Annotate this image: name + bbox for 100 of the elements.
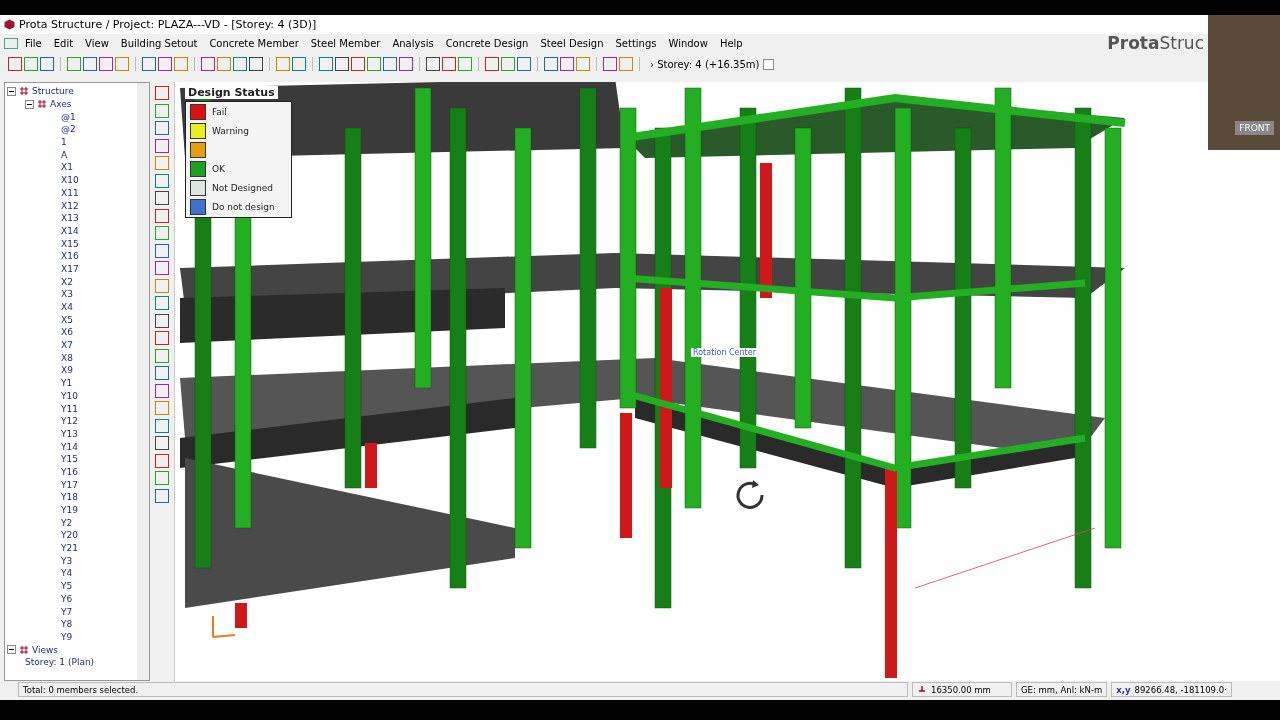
tree-item[interactable]: Y15: [61, 454, 78, 465]
toolbar-icon[interactable]: [233, 57, 247, 71]
tree-item[interactable]: Y19: [61, 505, 78, 516]
tree-item[interactable]: X15: [61, 238, 79, 249]
tree-item[interactable]: Y18: [61, 492, 78, 503]
toolbar-icon[interactable]: [155, 383, 169, 398]
menu-item[interactable]: Window: [663, 37, 713, 49]
toolbar-icon[interactable]: [155, 436, 169, 450]
toolbar-icon[interactable]: [603, 57, 617, 71]
toolbar-icon[interactable]: [83, 57, 97, 71]
tree-item[interactable]: Y7: [61, 606, 73, 617]
toolbar-icon[interactable]: [155, 366, 169, 380]
collapse-icon[interactable]: [25, 99, 34, 109]
dropdown-icon[interactable]: [763, 58, 775, 70]
toolbar-icon[interactable]: [249, 57, 263, 71]
tree-item[interactable]: X6: [61, 327, 73, 338]
tree-item[interactable]: Y10: [61, 390, 78, 401]
tree-item[interactable]: @1: [61, 111, 76, 122]
tree-item[interactable]: Storey: 1 (Plan): [25, 657, 95, 668]
toolbar-icon[interactable]: [155, 173, 169, 188]
toolbar-icon[interactable]: [155, 453, 169, 468]
menu-item[interactable]: Help: [714, 37, 748, 49]
menu-item[interactable]: Steel Member: [305, 37, 386, 49]
collapse-icon[interactable]: [7, 645, 16, 655]
tree-item[interactable]: Structure: [32, 86, 74, 97]
tree-item[interactable]: X14: [61, 225, 79, 236]
tree-item[interactable]: X17: [61, 263, 79, 274]
tree-item[interactable]: X8: [61, 352, 73, 363]
tree-item[interactable]: Y4: [61, 568, 73, 579]
tree-item[interactable]: Y17: [61, 479, 78, 490]
toolbar-icon[interactable]: [155, 138, 169, 153]
tree-item[interactable]: Y14: [61, 441, 78, 452]
menu-item[interactable]: Concrete Member: [204, 37, 304, 49]
menu-item[interactable]: File: [20, 37, 47, 49]
toolbar-icon[interactable]: [485, 57, 499, 71]
toolbar-icon[interactable]: [399, 57, 413, 71]
tree-item[interactable]: X10: [61, 175, 79, 186]
menu-item[interactable]: Concrete Design: [440, 37, 534, 49]
tree-item[interactable]: Y2: [61, 517, 73, 528]
toolbar-icon[interactable]: [560, 57, 574, 71]
toolbar-icon[interactable]: [40, 57, 54, 71]
tree-item[interactable]: 1: [61, 137, 67, 148]
menu-item[interactable]: Steel Design: [535, 37, 609, 49]
toolbar-icon[interactable]: [155, 243, 169, 258]
tree-item[interactable]: X13: [61, 213, 79, 224]
toolbar-icon[interactable]: [335, 57, 349, 71]
toolbar-icon[interactable]: [319, 57, 333, 71]
tree-item[interactable]: A: [61, 149, 68, 160]
tree-item[interactable]: Axes: [50, 99, 72, 110]
toolbar-icon[interactable]: [155, 121, 169, 135]
toolbar-icon[interactable]: [155, 331, 169, 345]
toolbar-icon[interactable]: [292, 57, 306, 71]
storey-selector[interactable]: › Storey: 4 (+16.35m): [646, 58, 779, 70]
toolbar-icon[interactable]: [155, 296, 169, 310]
tree-item[interactable]: X16: [61, 251, 79, 262]
collapse-icon[interactable]: [7, 86, 16, 96]
toolbar-icon[interactable]: [155, 261, 169, 275]
tree-item[interactable]: Y1: [61, 378, 73, 389]
toolbar-icon[interactable]: [426, 57, 440, 71]
toolbar-icon[interactable]: [8, 57, 22, 71]
tree-item[interactable]: Y21: [61, 543, 78, 554]
scrollbar[interactable]: [137, 83, 149, 680]
toolbar-icon[interactable]: [155, 191, 169, 205]
tree-item[interactable]: Y5: [61, 581, 73, 592]
toolbar-icon[interactable]: [158, 57, 172, 71]
toolbar-icon[interactable]: [351, 57, 365, 71]
tree-item[interactable]: X3: [61, 289, 73, 300]
menu-item[interactable]: Edit: [48, 37, 79, 49]
menu-item[interactable]: Building Setout: [115, 37, 203, 49]
tree-item[interactable]: Y3: [61, 555, 73, 566]
tree-item[interactable]: Y8: [61, 619, 73, 630]
tree-item[interactable]: X1: [61, 162, 73, 173]
tree-item[interactable]: X9: [61, 365, 73, 376]
toolbar-icon[interactable]: [99, 57, 113, 71]
toolbar-icon[interactable]: [517, 57, 531, 71]
tree-item[interactable]: X11: [61, 187, 79, 198]
tree-item[interactable]: Y11: [61, 403, 78, 414]
tree-item[interactable]: Y6: [61, 593, 73, 604]
tree-item[interactable]: Y9: [61, 631, 73, 642]
document-icon[interactable]: [4, 37, 18, 49]
toolbar-icon[interactable]: [155, 208, 169, 223]
tree-item[interactable]: X5: [61, 314, 73, 325]
tree-item[interactable]: Views: [32, 644, 59, 655]
toolbar-icon[interactable]: [155, 86, 169, 100]
view-cube[interactable]: FRONT: [1235, 121, 1274, 135]
toolbar-icon[interactable]: [544, 57, 558, 71]
toolbar-icon[interactable]: [201, 57, 215, 71]
toolbar-icon[interactable]: [155, 418, 169, 433]
menu-item[interactable]: Settings: [610, 37, 662, 49]
toolbar-icon[interactable]: [442, 57, 456, 71]
tree-item[interactable]: X2: [61, 276, 73, 287]
tree-item[interactable]: Y12: [61, 416, 78, 427]
tree-item[interactable]: Y16: [61, 466, 78, 477]
toolbar-icon[interactable]: [155, 488, 169, 503]
tree-item[interactable]: X7: [61, 340, 73, 351]
menu-item[interactable]: Analysis: [387, 37, 439, 49]
toolbar-icon[interactable]: [383, 57, 397, 71]
tree-item[interactable]: X4: [61, 302, 73, 313]
toolbar-icon[interactable]: [142, 57, 156, 71]
toolbar-icon[interactable]: [155, 313, 169, 328]
